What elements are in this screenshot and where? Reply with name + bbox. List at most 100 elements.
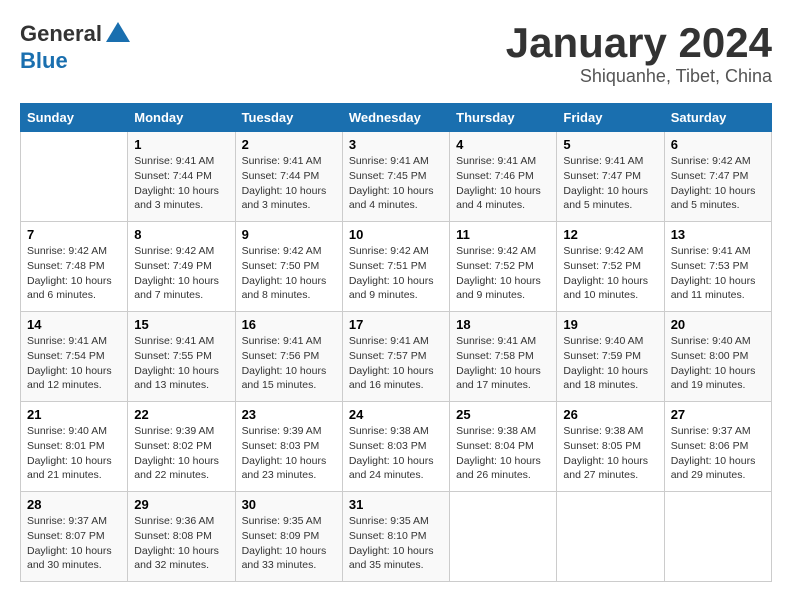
day-info: Sunrise: 9:38 AMSunset: 8:04 PMDaylight:…: [456, 424, 550, 483]
table-row: 18 Sunrise: 9:41 AMSunset: 7:58 PMDayligh…: [450, 312, 557, 402]
day-number: 27: [671, 407, 765, 422]
header-monday: Monday: [128, 104, 235, 132]
table-row: 14Sunrise: 9:41 AMSunset: 7:54 PMDayligh…: [21, 312, 128, 402]
day-info: Sunrise: 9:35 AMSunset: 8:10 PMDaylight:…: [349, 514, 443, 573]
table-row: 29 Sunrise: 9:36 AMSunset: 8:08 PMDayligh…: [128, 492, 235, 582]
day-info: Sunrise: 9:41 AMSunset: 7:46 PMDaylight:…: [456, 154, 550, 213]
day-number: 13: [671, 227, 765, 242]
table-row: 10 Sunrise: 9:42 AMSunset: 7:51 PMDayligh…: [342, 222, 449, 312]
day-info: Sunrise: 9:42 AMSunset: 7:48 PMDaylight:…: [27, 244, 121, 303]
day-info: Sunrise: 9:39 AMSunset: 8:02 PMDaylight:…: [134, 424, 228, 483]
day-info: Sunrise: 9:41 AMSunset: 7:58 PMDaylight:…: [456, 334, 550, 393]
table-row: 12Sunrise: 9:42 AMSunset: 7:52 PMDayligh…: [557, 222, 664, 312]
day-number: 16: [242, 317, 336, 332]
day-number: 31: [349, 497, 443, 512]
day-number: 22: [134, 407, 228, 422]
day-number: 9: [242, 227, 336, 242]
title-section: January 2024 Shiquanhe, Tibet, China: [506, 20, 772, 87]
day-number: 6: [671, 137, 765, 152]
day-info: Sunrise: 9:39 AMSunset: 8:03 PMDaylight:…: [242, 424, 336, 483]
calendar-week-row: 21Sunrise: 9:40 AMSunset: 8:01 PMDayligh…: [21, 402, 772, 492]
calendar-week-row: 28 Sunrise: 9:37 AMSunset: 8:07 PMDayligh…: [21, 492, 772, 582]
day-number: 11: [456, 227, 550, 242]
day-number: 7: [27, 227, 121, 242]
day-number: 30: [242, 497, 336, 512]
day-info: Sunrise: 9:35 AMSunset: 8:09 PMDaylight:…: [242, 514, 336, 573]
day-number: 5: [563, 137, 657, 152]
logo-icon: [104, 20, 132, 48]
table-row: 26Sunrise: 9:38 AMSunset: 8:05 PMDayligh…: [557, 402, 664, 492]
day-number: 15: [134, 317, 228, 332]
day-number: 18: [456, 317, 550, 332]
table-row: 20 Sunrise: 9:40 AMSunset: 8:00 PMDayligh…: [664, 312, 771, 402]
table-row: 1 Sunrise: 9:41 AMSunset: 7:44 PMDaylight…: [128, 132, 235, 222]
table-row: 30 Sunrise: 9:35 AMSunset: 8:09 PMDayligh…: [235, 492, 342, 582]
day-info: Sunrise: 9:38 AMSunset: 8:03 PMDaylight:…: [349, 424, 443, 483]
table-row: 31 Sunrise: 9:35 AMSunset: 8:10 PMDayligh…: [342, 492, 449, 582]
day-number: 28: [27, 497, 121, 512]
day-number: 3: [349, 137, 443, 152]
table-row: 7 Sunrise: 9:42 AMSunset: 7:48 PMDaylight…: [21, 222, 128, 312]
day-info: Sunrise: 9:41 AMSunset: 7:57 PMDaylight:…: [349, 334, 443, 393]
header-thursday: Thursday: [450, 104, 557, 132]
page-header: General Blue January 2024 Shiquanhe, Tib…: [20, 20, 772, 87]
day-info: Sunrise: 9:42 AMSunset: 7:51 PMDaylight:…: [349, 244, 443, 303]
table-row: 9 Sunrise: 9:42 AMSunset: 7:50 PMDaylight…: [235, 222, 342, 312]
day-number: 4: [456, 137, 550, 152]
table-row: 27Sunrise: 9:37 AMSunset: 8:06 PMDayligh…: [664, 402, 771, 492]
table-row: 13 Sunrise: 9:41 AMSunset: 7:53 PMDayligh…: [664, 222, 771, 312]
table-row: 22 Sunrise: 9:39 AMSunset: 8:02 PMDayligh…: [128, 402, 235, 492]
calendar-week-row: 14Sunrise: 9:41 AMSunset: 7:54 PMDayligh…: [21, 312, 772, 402]
month-title: January 2024: [506, 20, 772, 66]
header-saturday: Saturday: [664, 104, 771, 132]
header-sunday: Sunday: [21, 104, 128, 132]
header-friday: Friday: [557, 104, 664, 132]
day-info: Sunrise: 9:37 AMSunset: 8:07 PMDaylight:…: [27, 514, 121, 573]
day-number: 24: [349, 407, 443, 422]
table-row: [450, 492, 557, 582]
day-number: 2: [242, 137, 336, 152]
day-info: Sunrise: 9:40 AMSunset: 7:59 PMDaylight:…: [563, 334, 657, 393]
logo-blue-text: Blue: [20, 48, 68, 74]
day-info: Sunrise: 9:41 AMSunset: 7:54 PMDaylight:…: [27, 334, 121, 393]
day-number: 10: [349, 227, 443, 242]
day-info: Sunrise: 9:41 AMSunset: 7:45 PMDaylight:…: [349, 154, 443, 213]
table-row: [557, 492, 664, 582]
calendar-table: Sunday Monday Tuesday Wednesday Thursday…: [20, 103, 772, 582]
day-info: Sunrise: 9:42 AMSunset: 7:49 PMDaylight:…: [134, 244, 228, 303]
day-info: Sunrise: 9:40 AMSunset: 8:01 PMDaylight:…: [27, 424, 121, 483]
table-row: 2 Sunrise: 9:41 AMSunset: 7:44 PMDaylight…: [235, 132, 342, 222]
day-info: Sunrise: 9:41 AMSunset: 7:53 PMDaylight:…: [671, 244, 765, 303]
day-number: 20: [671, 317, 765, 332]
table-row: 24 Sunrise: 9:38 AMSunset: 8:03 PMDayligh…: [342, 402, 449, 492]
table-row: 3 Sunrise: 9:41 AMSunset: 7:45 PMDaylight…: [342, 132, 449, 222]
table-row: [664, 492, 771, 582]
day-number: 8: [134, 227, 228, 242]
calendar-week-row: 7 Sunrise: 9:42 AMSunset: 7:48 PMDaylight…: [21, 222, 772, 312]
day-number: 1: [134, 137, 228, 152]
day-number: 19: [563, 317, 657, 332]
day-info: Sunrise: 9:42 AMSunset: 7:50 PMDaylight:…: [242, 244, 336, 303]
table-row: 19 Sunrise: 9:40 AMSunset: 7:59 PMDayligh…: [557, 312, 664, 402]
day-info: Sunrise: 9:41 AMSunset: 7:44 PMDaylight:…: [242, 154, 336, 213]
table-row: 15 Sunrise: 9:41 AMSunset: 7:55 PMDayligh…: [128, 312, 235, 402]
table-row: 4 Sunrise: 9:41 AMSunset: 7:46 PMDaylight…: [450, 132, 557, 222]
table-row: 6Sunrise: 9:42 AMSunset: 7:47 PMDaylight…: [664, 132, 771, 222]
day-number: 17: [349, 317, 443, 332]
logo-general-text: General: [20, 21, 102, 47]
table-row: 25Sunrise: 9:38 AMSunset: 8:04 PMDayligh…: [450, 402, 557, 492]
day-number: 23: [242, 407, 336, 422]
header-tuesday: Tuesday: [235, 104, 342, 132]
table-row: 16Sunrise: 9:41 AMSunset: 7:56 PMDayligh…: [235, 312, 342, 402]
day-info: Sunrise: 9:41 AMSunset: 7:55 PMDaylight:…: [134, 334, 228, 393]
day-number: 29: [134, 497, 228, 512]
day-info: Sunrise: 9:41 AMSunset: 7:47 PMDaylight:…: [563, 154, 657, 213]
day-info: Sunrise: 9:40 AMSunset: 8:00 PMDaylight:…: [671, 334, 765, 393]
day-info: Sunrise: 9:42 AMSunset: 7:52 PMDaylight:…: [563, 244, 657, 303]
header-wednesday: Wednesday: [342, 104, 449, 132]
table-row: 17 Sunrise: 9:41 AMSunset: 7:57 PMDayligh…: [342, 312, 449, 402]
table-row: 8 Sunrise: 9:42 AMSunset: 7:49 PMDaylight…: [128, 222, 235, 312]
day-info: Sunrise: 9:36 AMSunset: 8:08 PMDaylight:…: [134, 514, 228, 573]
calendar-header-row: Sunday Monday Tuesday Wednesday Thursday…: [21, 104, 772, 132]
day-info: Sunrise: 9:41 AMSunset: 7:44 PMDaylight:…: [134, 154, 228, 213]
